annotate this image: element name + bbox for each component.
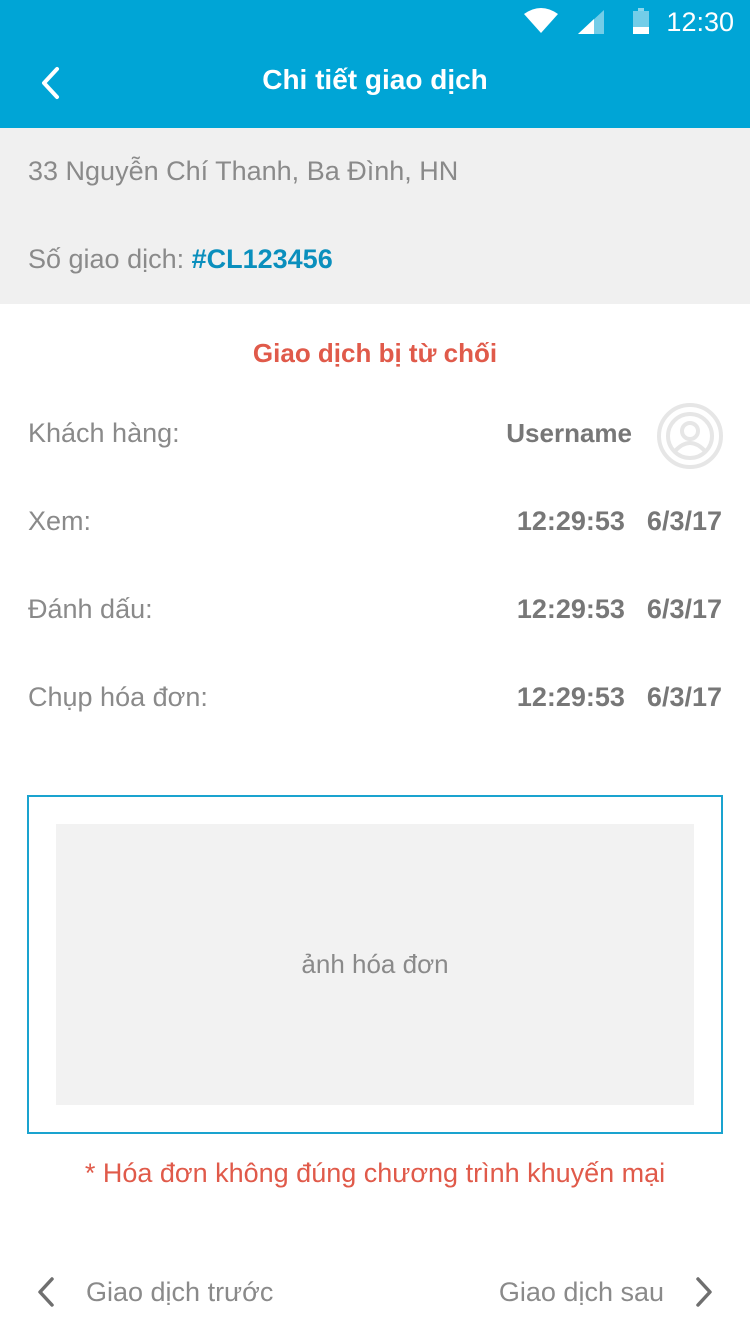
chevron-left-icon: [38, 1277, 54, 1307]
mark-time-label: Đánh dấu:: [28, 594, 153, 624]
wifi-icon: [524, 8, 558, 33]
app-header: 12:30 Chi tiết giao dịch: [0, 0, 750, 128]
capture-time: 12:29:53: [516, 682, 625, 712]
mark-date: 6/3/17: [646, 594, 722, 624]
battery-icon: [633, 8, 649, 34]
previous-transaction-button[interactable]: Giao dịch trước: [36, 1270, 273, 1314]
signal-icon: [578, 10, 604, 34]
transaction-status: Giao dịch bị từ chối: [252, 338, 498, 368]
previous-transaction-label: Giao dịch trước: [86, 1276, 274, 1307]
rejection-reason: * Hóa đơn không đúng chương trình khuyến…: [84, 1158, 666, 1188]
chevron-right-icon: [696, 1277, 712, 1307]
customer-label: Khách hàng:: [28, 418, 180, 448]
user-avatar-icon: [657, 403, 723, 469]
mark-time-row: Đánh dấu: 12:29:53 6/3/17: [28, 594, 722, 634]
view-time-label: Xem:: [28, 506, 92, 536]
transaction-number-value: #CL123456: [191, 244, 333, 274]
next-transaction-label: Giao dịch sau: [498, 1276, 664, 1307]
receipt-frame: ảnh hóa đơn: [27, 795, 723, 1134]
transaction-info-panel: 33 Nguyễn Chí Thanh, Ba Đình, HN Số giao…: [0, 128, 750, 304]
capture-time-row: Chụp hóa đơn: 12:29:53 6/3/17: [28, 682, 722, 722]
customer-username: Username: [506, 418, 632, 448]
capture-date: 6/3/17: [646, 682, 722, 712]
view-time-value: 12:29:53 6/3/17: [517, 506, 722, 537]
view-time: 12:29:53: [516, 506, 625, 536]
capture-time-value: 12:29:53 6/3/17: [517, 682, 722, 713]
view-time-row: Xem: 12:29:53 6/3/17: [28, 506, 722, 546]
mark-time-value: 12:29:53 6/3/17: [517, 594, 722, 625]
mark-time: 12:29:53: [516, 594, 625, 624]
next-transaction-button[interactable]: Giao dịch sau: [499, 1270, 714, 1314]
receipt-placeholder-text: ảnh hóa đơn: [301, 949, 449, 979]
status-time: 12:30: [666, 7, 734, 37]
capture-time-label: Chụp hóa đơn:: [28, 682, 208, 712]
receipt-image[interactable]: ảnh hóa đơn: [56, 824, 694, 1105]
page-title: Chi tiết giao dịch: [262, 64, 488, 95]
store-address: 33 Nguyễn Chí Thanh, Ba Đình, HN: [28, 156, 459, 186]
transaction-number-label: Số giao dịch:: [28, 244, 192, 274]
status-bar: 12:30: [0, 0, 750, 44]
view-date: 6/3/17: [646, 506, 722, 536]
transaction-number-line: Số giao dịch: #CL123456: [28, 244, 333, 275]
